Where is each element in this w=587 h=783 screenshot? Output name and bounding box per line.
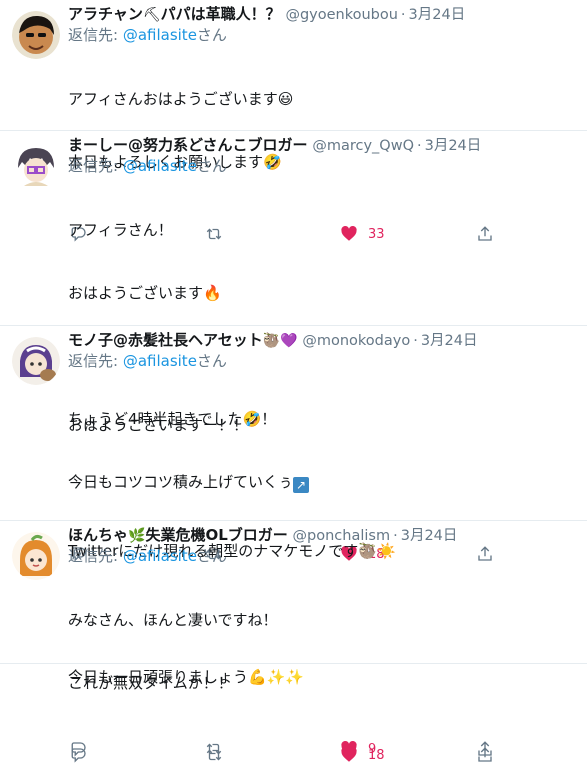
text-line: みなさん、ほんと凄いですね！ (68, 611, 278, 629)
retweet-icon (206, 749, 222, 761)
text-line: アフィさんおはようございます😃 (68, 90, 294, 108)
avatar[interactable] (12, 337, 60, 385)
tweet-header: まーしー@努力系どさんこブロガー @marcy_QwQ · 3月24日 (68, 134, 575, 156)
text-line: おはようございますー！！ (68, 416, 249, 434)
display-name[interactable]: まーしー@努力系どさんこブロガー (68, 136, 308, 154)
reply-to: 返信先: @afilasiteさん (68, 546, 575, 566)
tweet[interactable]: アラチャン⛏パパは革職人！？ @gyoenkoubou · 3月24日 返信先: @… (0, 3, 587, 242)
retweet-button[interactable] (205, 745, 223, 765)
reply-icon (71, 748, 86, 763)
reply-prefix: 返信先: (68, 547, 123, 565)
avatar[interactable] (12, 142, 60, 190)
user-handle[interactable]: @gyoenkoubou (285, 7, 397, 23)
timestamp[interactable]: 3月24日 (401, 528, 458, 544)
action-bar: 18 (68, 745, 575, 783)
display-name[interactable]: アラチャン (68, 5, 143, 23)
separator-dot: · (400, 7, 406, 23)
timestamp[interactable]: 3月24日 (409, 7, 466, 23)
share-icon (478, 747, 492, 762)
avatar[interactable] (12, 11, 60, 59)
user-handle[interactable]: @monokodayo (302, 333, 410, 349)
text-line: おはようございます🔥 (68, 284, 222, 302)
tweet-header: アラチャン⛏パパは革職人！？ @gyoenkoubou · 3月24日 (68, 3, 575, 25)
text-line: アフィラさん！ (68, 221, 173, 239)
mention-link[interactable]: @afilasite (123, 352, 197, 370)
like-count: 18 (368, 747, 385, 763)
tweet[interactable]: モノ子@赤髪社長ヘアセット🦥💜 @monokodayo · 3月24日 返信先: @… (0, 329, 587, 757)
tweet-header: ほんちゃ🌿失業危機OLブロガー @ponchalism · 3月24日 (68, 524, 575, 546)
like-button[interactable]: 18 (340, 745, 385, 765)
reply-to: 返信先: @afilasiteさん (68, 25, 575, 45)
separator-dot: · (393, 528, 398, 544)
reply-to: 返信先: @afilasiteさん (68, 351, 575, 371)
tweet[interactable]: まーしー@努力系どさんこブロガー @marcy_QwQ · 3月24日 返信先: @… (0, 134, 587, 562)
text-line: これが無双タイムか！！ (68, 674, 233, 692)
display-name[interactable]: ほんちゃ (68, 526, 128, 544)
user-handle[interactable]: @ponchalism (293, 528, 391, 544)
avatar[interactable] (12, 532, 60, 580)
mention-link[interactable]: @afilasite (123, 547, 197, 565)
tweet-text: みなさん、ほんと凄いですね！ これが無双タイムか！！ (68, 568, 575, 736)
tweet-header: モノ子@赤髪社長ヘアセット🦥💜 @monokodayo · 3月24日 (68, 329, 575, 351)
reply-suffix: さん (196, 547, 227, 565)
user-handle[interactable]: @marcy_QwQ (312, 138, 414, 154)
mention-link[interactable]: @afilasite (123, 157, 197, 175)
sloth-heart-emoji: 🦥💜 (262, 333, 298, 349)
share-button[interactable] (476, 745, 494, 765)
reply-prefix: 返信先: (68, 157, 123, 175)
reply-prefix: 返信先: (68, 26, 123, 44)
tweet[interactable]: ほんちゃ🌿失業危機OLブロガー @ponchalism · 3月24日 返信先: @… (0, 524, 587, 763)
reply-button[interactable] (70, 745, 88, 765)
heart-icon (341, 746, 357, 762)
timestamp[interactable]: 3月24日 (425, 138, 482, 154)
leaf-emoji: 🌿 (128, 528, 146, 544)
timestamp[interactable]: 3月24日 (421, 333, 478, 349)
display-name-suffix[interactable]: 失業危機OLブロガー (145, 526, 287, 544)
reply-to: 返信先: @afilasiteさん (68, 156, 575, 176)
separator-dot: · (417, 138, 422, 154)
display-name[interactable]: モノ子@赤髪社長ヘアセット (68, 331, 263, 349)
pick-emoji: ⛏ (142, 7, 161, 23)
reply-suffix: さん (196, 352, 227, 370)
mention-link[interactable]: @afilasite (123, 26, 197, 44)
reply-prefix: 返信先: (68, 352, 123, 370)
separator-dot: · (413, 333, 418, 349)
reply-suffix: さん (196, 26, 227, 44)
display-name-suffix[interactable]: パパは革職人！？ (161, 5, 281, 23)
reply-suffix: さん (196, 157, 227, 175)
